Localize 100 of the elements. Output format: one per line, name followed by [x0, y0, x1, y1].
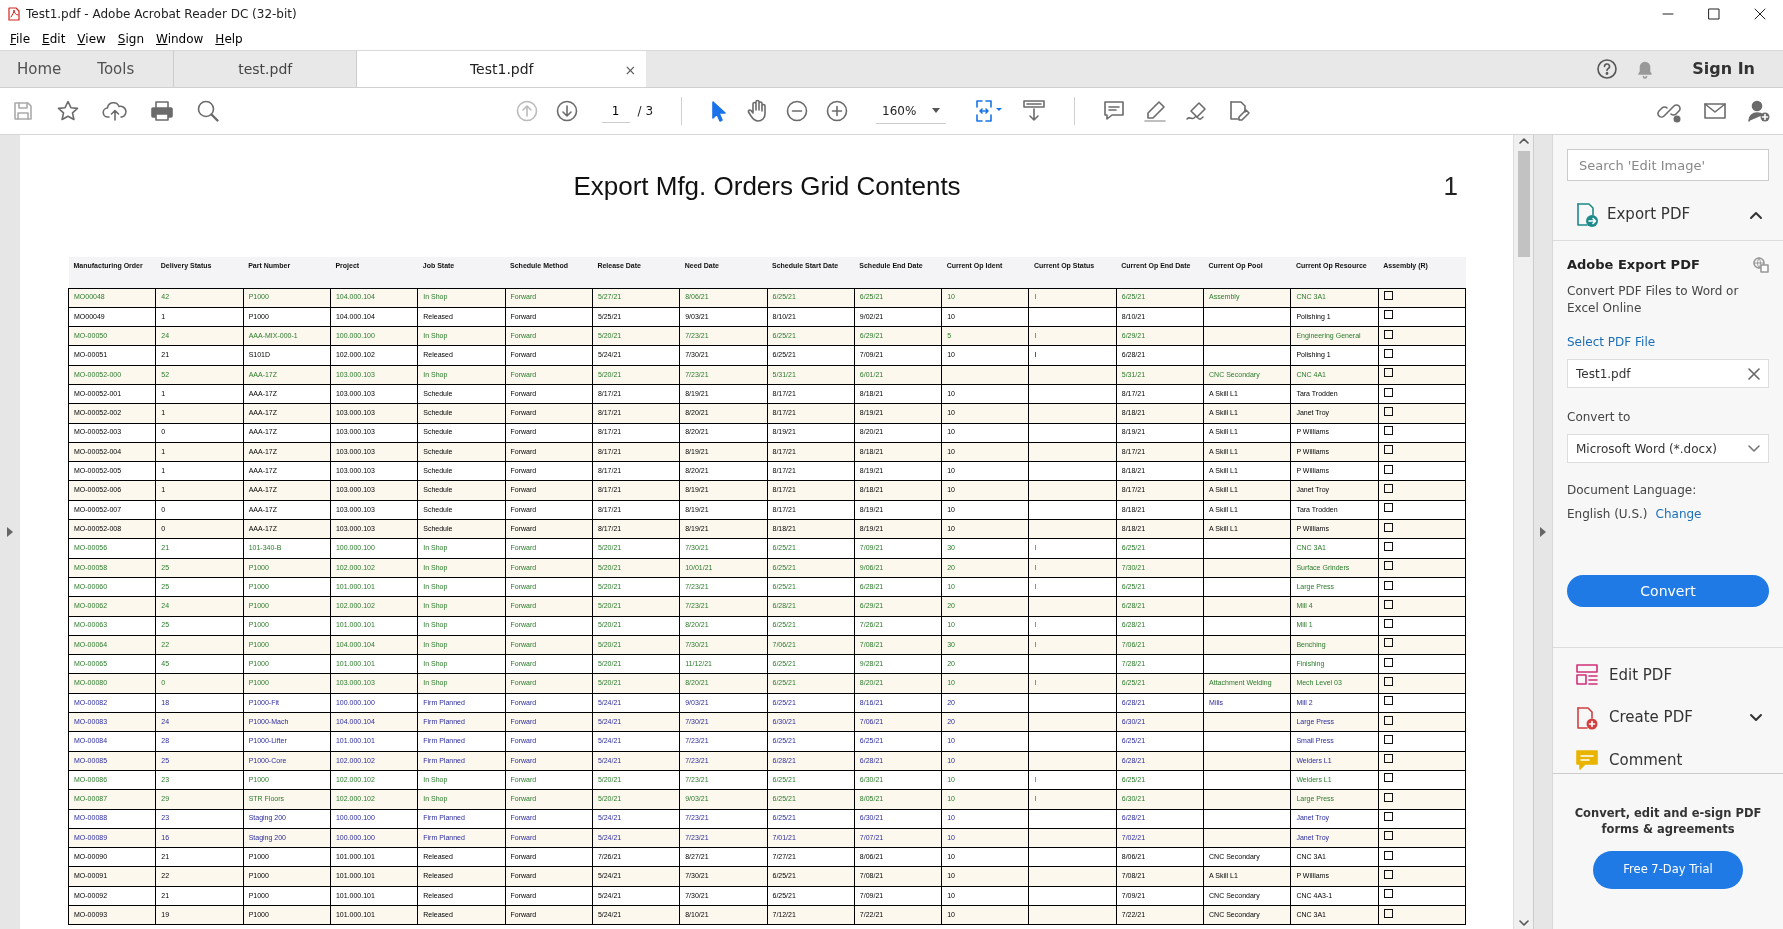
- comment-icon[interactable]: [1103, 100, 1126, 122]
- zoom-in-icon[interactable]: [826, 100, 849, 122]
- collapse-arrow-icon[interactable]: [1540, 527, 1546, 537]
- trial-button[interactable]: Free 7-Day Trial: [1593, 851, 1743, 890]
- tool-item[interactable]: Edit PDF: [1575, 662, 1763, 689]
- chevron-down-icon: [1748, 444, 1760, 453]
- checkbox[interactable]: [1383, 754, 1393, 764]
- format-dropdown[interactable]: Microsoft Word (*.docx): [1567, 434, 1769, 464]
- star-icon[interactable]: [56, 99, 80, 123]
- zoom-dropdown[interactable]: 160%: [876, 98, 947, 124]
- checkbox[interactable]: [1383, 464, 1393, 474]
- checkbox[interactable]: [1383, 677, 1393, 686]
- checkbox[interactable]: [1383, 329, 1393, 339]
- page-count: / 3: [637, 103, 654, 120]
- menu-item[interactable]: View: [71, 30, 112, 48]
- clear-icon[interactable]: [1748, 367, 1760, 380]
- checkbox[interactable]: [1383, 638, 1393, 648]
- checkbox[interactable]: [1383, 831, 1393, 841]
- convert-button[interactable]: Convert: [1567, 575, 1769, 608]
- nav-tab[interactable]: Tools: [88, 51, 144, 87]
- edit-pdf-icon: [1575, 663, 1599, 688]
- pointer-icon[interactable]: [710, 100, 729, 122]
- tool-item[interactable]: Create PDF: [1575, 704, 1763, 731]
- field-label: Convert to: [1567, 409, 1632, 427]
- checkbox[interactable]: [1383, 484, 1393, 493]
- scroll-down-icon[interactable]: [1518, 917, 1529, 929]
- checkbox[interactable]: [1383, 812, 1393, 822]
- checkbox[interactable]: [1383, 561, 1393, 571]
- highlight-pen-icon[interactable]: [1143, 99, 1168, 123]
- promo-text: Convert, edit and e-sign PDF forms & agreements: [1573, 806, 1763, 838]
- comment-icon: [1575, 747, 1599, 772]
- checkbox[interactable]: [1383, 792, 1393, 802]
- language-icon[interactable]: [1753, 256, 1769, 273]
- caret-icon: [932, 108, 941, 113]
- tool-label: Export PDF: [1607, 204, 1692, 226]
- checkbox[interactable]: [1383, 387, 1393, 397]
- checkbox[interactable]: [1383, 580, 1393, 590]
- checkbox[interactable]: [1383, 715, 1393, 725]
- export-pdf-icon[interactable]: [1575, 201, 1599, 228]
- close-icon: [1754, 8, 1766, 20]
- scroll-mode-icon[interactable]: [1022, 99, 1047, 123]
- page-down-icon[interactable]: [555, 100, 578, 122]
- checkbox[interactable]: [1383, 503, 1393, 513]
- chevron-down-icon[interactable]: [1749, 712, 1763, 723]
- checkbox[interactable]: [1383, 869, 1393, 879]
- menu-item[interactable]: Help: [209, 30, 249, 48]
- add-user-icon[interactable]: [1747, 99, 1771, 123]
- hand-icon[interactable]: [746, 99, 769, 123]
- scrollbar-thumb[interactable]: [1517, 151, 1530, 257]
- checkbox[interactable]: [1383, 445, 1393, 455]
- document-title: Export Mfg. Orders Grid Contents: [573, 170, 961, 203]
- select-file-link[interactable]: Select PDF File: [1567, 333, 1769, 352]
- checkbox[interactable]: [1383, 541, 1393, 551]
- checkbox[interactable]: [1383, 310, 1393, 320]
- tab-close-button[interactable]: ×: [624, 60, 637, 81]
- checkbox[interactable]: [1383, 291, 1393, 301]
- menu-item[interactable]: File: [4, 30, 37, 48]
- fill-sign-icon[interactable]: [1227, 99, 1252, 123]
- checkbox[interactable]: [1383, 619, 1393, 629]
- checkbox[interactable]: [1383, 348, 1393, 358]
- cloud-upload-icon[interactable]: [102, 100, 128, 122]
- menu-item[interactable]: Edit: [36, 30, 72, 48]
- file-field[interactable]: Test1.pdf: [1567, 359, 1769, 389]
- field-label: Document Language:: [1567, 482, 1698, 500]
- nav-tab[interactable]: Home: [8, 51, 71, 87]
- menu-item[interactable]: Window: [150, 30, 210, 48]
- maximize-icon: [1708, 8, 1720, 20]
- scroll-up-icon[interactable]: [1518, 135, 1529, 147]
- pdf-file-icon: [8, 7, 20, 21]
- expand-arrow-icon[interactable]: [7, 527, 13, 537]
- file-name: Test1.pdf: [1576, 365, 1631, 383]
- checkbox[interactable]: [1383, 599, 1393, 609]
- tool-item[interactable]: Comment: [1575, 746, 1763, 773]
- sign-in-button[interactable]: Sign In: [1686, 56, 1761, 82]
- checkbox[interactable]: [1383, 426, 1393, 436]
- checkbox[interactable]: [1383, 889, 1393, 899]
- search-field[interactable]: Search 'Edit Image': [1567, 149, 1769, 181]
- print-icon[interactable]: [150, 100, 174, 122]
- help-icon[interactable]: [1596, 58, 1619, 80]
- menu-item[interactable]: Sign: [111, 30, 150, 48]
- checkbox[interactable]: [1383, 908, 1393, 918]
- mail-icon[interactable]: [1703, 101, 1727, 121]
- checkbox[interactable]: [1383, 522, 1393, 532]
- checkbox[interactable]: [1383, 850, 1393, 860]
- panel-description: Convert PDF Files to Word or Excel Online: [1567, 282, 1740, 317]
- zoom-out-icon[interactable]: [786, 100, 809, 122]
- checkbox[interactable]: [1383, 773, 1393, 783]
- collapse-icon[interactable]: [1749, 209, 1763, 220]
- checkbox[interactable]: [1383, 696, 1393, 706]
- checkbox[interactable]: [1383, 657, 1393, 667]
- create-pdf-icon: [1575, 705, 1599, 730]
- document-tab[interactable]: Test1.pdf ×: [356, 51, 647, 87]
- checkbox[interactable]: [1383, 734, 1393, 744]
- window-title: Test1.pdf - Adobe Acrobat Reader DC (32-bit): [26, 6, 298, 23]
- checkbox[interactable]: [1383, 368, 1393, 378]
- panel-heading: Adobe Export PDF: [1567, 256, 1700, 274]
- checkbox[interactable]: [1383, 406, 1393, 416]
- search-icon[interactable]: [196, 99, 220, 123]
- change-link[interactable]: Change: [1655, 505, 1702, 524]
- fit-page-icon[interactable]: [974, 99, 1005, 123]
